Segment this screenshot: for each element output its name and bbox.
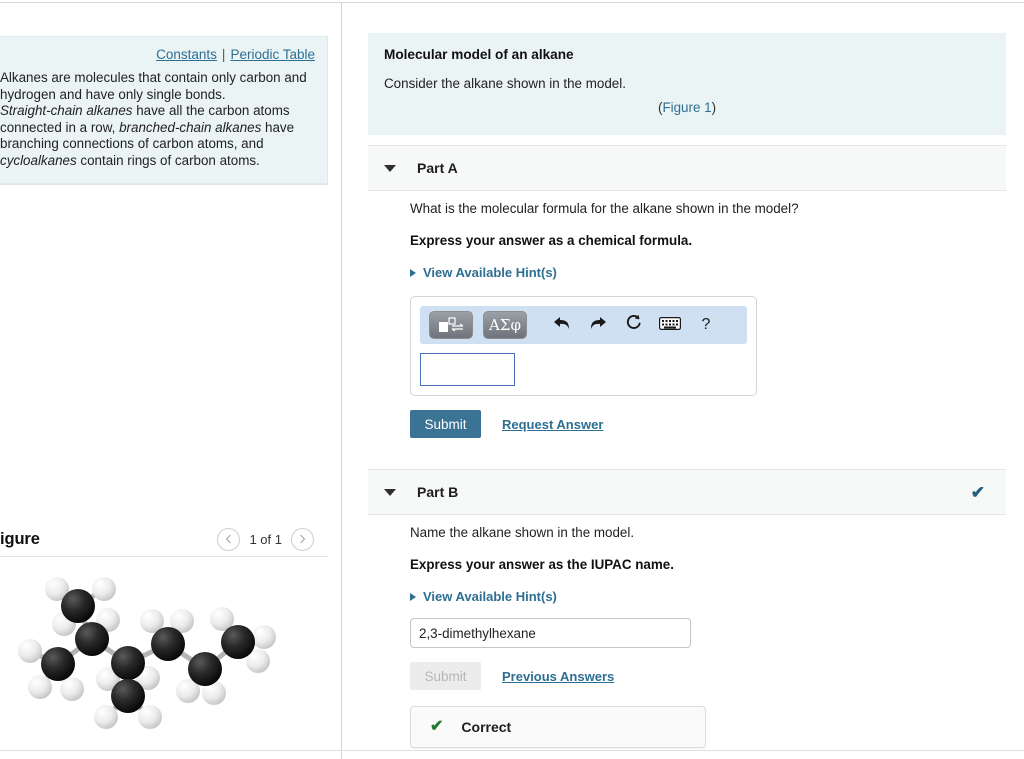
part-b-hints-toggle[interactable]: View Available Hint(s) bbox=[410, 589, 1006, 604]
constants-info-card: Constants | Periodic Table Alkanes are mol… bbox=[0, 36, 328, 184]
part-b-actions: Submit Previous Answers bbox=[410, 662, 1006, 690]
desc-term-straight-chain: Straight-chain alkanes bbox=[0, 103, 133, 118]
undo-arrow-icon bbox=[554, 317, 569, 329]
figure-title: Figure bbox=[0, 529, 40, 548]
part-b-status-icon: ✔ bbox=[970, 482, 985, 502]
part-a-header[interactable]: Part A bbox=[368, 145, 1006, 191]
part-a-instruction: Express your answer as a chemical formul… bbox=[410, 233, 693, 248]
figure-reference: (Figure 1) bbox=[384, 100, 990, 115]
refresh-circle-icon bbox=[626, 314, 641, 329]
figure-divider bbox=[0, 556, 328, 557]
page-root: Constants | Periodic Table Alkanes are mol… bbox=[0, 0, 1024, 759]
chevron-right-icon bbox=[300, 534, 306, 544]
desc-term-cycloalkanes: cycloalkanes bbox=[0, 152, 77, 168]
part-b-submit-button[interactable]: Submit bbox=[410, 662, 481, 690]
problem-statement: Consider the alkane shown in the model. bbox=[384, 76, 626, 91]
part-b-result-banner: ✔ Correct bbox=[410, 706, 706, 748]
problem-title: Molecular model of an alkane bbox=[384, 47, 574, 62]
sidebar-divider bbox=[0, 184, 328, 185]
figure-next-button[interactable] bbox=[291, 527, 314, 551]
request-answer-link[interactable]: Request Answer bbox=[502, 417, 603, 432]
link-separator: | bbox=[221, 47, 226, 62]
periodic-table-link[interactable]: Periodic Table bbox=[230, 47, 315, 62]
main-content: Molecular model of an alkane Consider th… bbox=[342, 3, 1024, 759]
figure-pager: 1 of 1 bbox=[217, 522, 314, 556]
part-a-submit-button[interactable]: Submit bbox=[410, 410, 481, 438]
template-icon bbox=[439, 317, 464, 332]
part-b-hints-label: View Available Hint(s) bbox=[423, 589, 557, 604]
part-a-answer-input[interactable] bbox=[420, 353, 515, 386]
desc-sentence-1: Alkanes are molecules that contain only … bbox=[0, 70, 307, 102]
check-mark-icon: ✔ bbox=[430, 718, 444, 735]
constants-link[interactable]: Constants bbox=[156, 47, 217, 62]
redo-arrow-icon bbox=[591, 317, 606, 329]
help-icon[interactable]: ? bbox=[693, 317, 719, 333]
reference-links: Constants | Periodic Table bbox=[0, 47, 315, 70]
part-b-header[interactable]: Part B ✔ bbox=[368, 469, 1006, 515]
redo-icon[interactable] bbox=[585, 315, 611, 335]
left-sidebar: Constants | Periodic Table Alkanes are mol… bbox=[0, 3, 342, 759]
part-b-question: Name the alkane shown in the model. bbox=[410, 525, 635, 540]
part-a-hints-toggle[interactable]: View Available Hint(s) bbox=[410, 265, 1006, 280]
result-status-text: Correct bbox=[461, 719, 512, 735]
figure-counter: 1 of 1 bbox=[249, 531, 282, 547]
alkane-description: Alkanes are molecules that contain only … bbox=[0, 70, 315, 169]
triangle-right-icon bbox=[410, 268, 416, 277]
caret-down-icon bbox=[384, 164, 396, 172]
desc-sentence-4: contain rings of carbon atoms. bbox=[76, 152, 260, 168]
figure-1-link[interactable]: Figure 1 bbox=[662, 100, 711, 115]
part-b-answer-input[interactable] bbox=[410, 618, 691, 648]
part-a-actions: Submit Request Answer bbox=[410, 410, 1006, 438]
triangle-right-icon bbox=[410, 592, 416, 601]
part-a-answer-widget: ΑΣφ ? bbox=[410, 296, 757, 396]
molecular-model-svg bbox=[18, 577, 276, 729]
previous-answers-link[interactable]: Previous Answers bbox=[502, 669, 614, 684]
desc-term-branched-chain: branched-chain alkanes bbox=[119, 119, 262, 135]
undo-icon[interactable] bbox=[549, 315, 575, 335]
molecule-figure[interactable] bbox=[0, 559, 330, 755]
figure-prev-button[interactable] bbox=[217, 527, 241, 551]
part-a-toolbar: ΑΣφ ? bbox=[420, 306, 747, 344]
paren-close: ) bbox=[711, 100, 717, 115]
greek-symbols-button[interactable]: ΑΣφ bbox=[483, 311, 527, 339]
reset-icon[interactable] bbox=[621, 314, 647, 336]
part-a-label: Part A bbox=[417, 160, 458, 176]
part-a-question: What is the molecular formula for the al… bbox=[410, 201, 799, 216]
keyboard-glyph-icon bbox=[659, 316, 681, 330]
bottom-divider bbox=[0, 750, 1024, 751]
part-b-instruction: Express your answer as the IUPAC name. bbox=[410, 557, 674, 572]
keyboard-icon[interactable] bbox=[657, 316, 683, 334]
template-icon-button[interactable] bbox=[429, 311, 473, 339]
chevron-left-icon bbox=[226, 534, 232, 544]
part-b-label: Part B bbox=[417, 484, 459, 500]
part-a-hints-label: View Available Hint(s) bbox=[423, 265, 557, 280]
part-a-body: What is the molecular formula for the al… bbox=[368, 201, 1006, 438]
problem-intro-card: Molecular model of an alkane Consider th… bbox=[368, 33, 1006, 135]
caret-down-icon bbox=[384, 488, 396, 496]
part-b-body: Name the alkane shown in the model. Expr… bbox=[368, 525, 1006, 748]
figure-header: Figure 1 of 1 bbox=[0, 522, 328, 556]
